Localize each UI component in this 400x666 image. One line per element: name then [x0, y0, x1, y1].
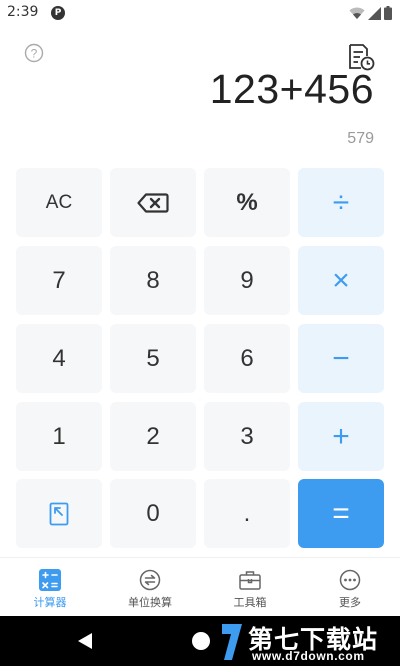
- digit-3-button[interactable]: 3: [204, 402, 290, 471]
- clear-button[interactable]: AC: [16, 168, 102, 237]
- multiply-button[interactable]: ×: [298, 246, 384, 315]
- more-icon: [339, 569, 361, 591]
- minus-label: −: [332, 341, 350, 375]
- decimal-point-button[interactable]: .: [204, 479, 290, 548]
- toolbox-icon: [239, 571, 261, 590]
- tab-unit-convert[interactable]: 单位换算: [100, 558, 200, 617]
- digit-6-button[interactable]: 6: [204, 324, 290, 393]
- signal-icon: [368, 6, 381, 20]
- divide-button[interactable]: ÷: [298, 168, 384, 237]
- collapse-icon: [49, 502, 69, 525]
- divide-label: ÷: [332, 185, 350, 219]
- multiply-label: ×: [332, 263, 350, 297]
- keypad: AC % ÷ 7 8 9 × 4 5 6 − 1 2 3 + 0 . =: [16, 168, 384, 548]
- tab-more-label: 更多: [339, 596, 361, 609]
- wifi-icon: [349, 7, 365, 19]
- calculator-icon: [39, 569, 61, 591]
- plus-button[interactable]: +: [298, 402, 384, 471]
- tab-more[interactable]: 更多: [300, 558, 400, 617]
- help-icon[interactable]: ?: [24, 43, 44, 63]
- unit-convert-icon: [139, 569, 161, 591]
- digit-0-button[interactable]: 0: [110, 479, 196, 548]
- tab-calculator[interactable]: 计算器: [0, 558, 100, 617]
- digit-7-label: 7: [52, 266, 66, 294]
- back-icon[interactable]: [77, 632, 93, 650]
- digit-7-button[interactable]: 7: [16, 246, 102, 315]
- backspace-icon: [137, 192, 169, 213]
- result-preview: 579: [347, 130, 374, 147]
- tab-unit-convert-label: 单位换算: [128, 596, 172, 609]
- digit-8-label: 8: [146, 266, 160, 294]
- status-time: 2:39: [7, 4, 39, 20]
- clear-label: AC: [45, 191, 73, 213]
- home-icon[interactable]: [192, 632, 210, 650]
- battery-icon: [384, 6, 392, 20]
- digit-8-button[interactable]: 8: [110, 246, 196, 315]
- tab-calculator-label: 计算器: [33, 596, 67, 609]
- digit-6-label: 6: [240, 344, 254, 372]
- tab-toolbox[interactable]: 工具箱: [200, 558, 300, 617]
- bottom-tab-bar: 计算器 单位换算 工具箱 更多: [0, 557, 400, 616]
- status-bar: 2:39 P: [0, 0, 400, 26]
- watermark-url: www.d7down.com: [252, 649, 365, 663]
- svg-text:?: ?: [31, 47, 38, 61]
- system-icons: [349, 5, 392, 21]
- decimal-point-label: .: [243, 499, 251, 527]
- app-notification-icon: P: [51, 6, 65, 20]
- expression-display: 123+456: [209, 66, 374, 112]
- collapse-button[interactable]: [16, 479, 102, 548]
- percent-button[interactable]: %: [204, 168, 290, 237]
- digit-5-button[interactable]: 5: [110, 324, 196, 393]
- tab-toolbox-label: 工具箱: [233, 596, 267, 609]
- digit-4-button[interactable]: 4: [16, 324, 102, 393]
- backspace-button[interactable]: [110, 168, 196, 237]
- equals-label: =: [332, 496, 350, 530]
- digit-4-label: 4: [52, 344, 66, 372]
- percent-label: %: [236, 188, 258, 216]
- digit-9-label: 9: [240, 266, 254, 294]
- digit-3-label: 3: [240, 422, 254, 450]
- digit-0-label: 0: [146, 499, 160, 527]
- digit-1-label: 1: [52, 422, 66, 450]
- plus-label: +: [332, 419, 350, 453]
- digit-1-button[interactable]: 1: [16, 402, 102, 471]
- digit-5-label: 5: [146, 344, 160, 372]
- digit-2-label: 2: [146, 422, 160, 450]
- digit-2-button[interactable]: 2: [110, 402, 196, 471]
- digit-9-button[interactable]: 9: [204, 246, 290, 315]
- minus-button[interactable]: −: [298, 324, 384, 393]
- equals-button[interactable]: =: [298, 479, 384, 548]
